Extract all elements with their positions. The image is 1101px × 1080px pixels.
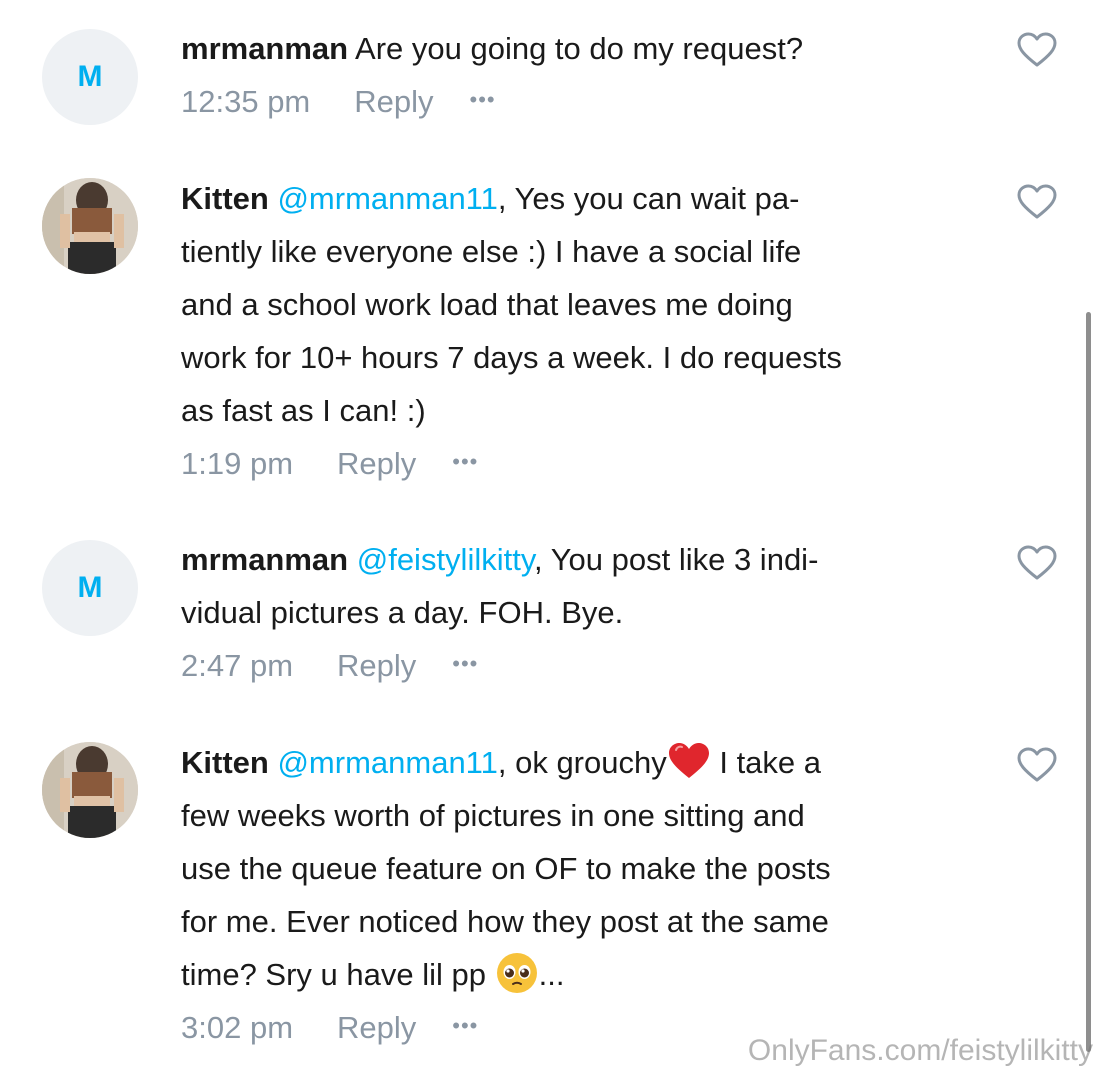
pleading-face-emoji-icon [496,953,537,993]
comment-time: 2:47 pm [181,648,294,683]
heart-icon[interactable] [1017,32,1057,68]
comment-body-line: and a school work load that leaves me do… [181,287,793,322]
avatar[interactable] [42,742,138,838]
avatar[interactable]: M [42,540,138,636]
watermark: OnlyFans.com/feistylilkitty [747,1034,1093,1067]
comment-body-line: time? Sry u have lil pp [181,957,495,992]
more-options-icon[interactable]: ••• [452,999,478,1052]
comment-meta: 2:47 pm Reply ••• [181,639,981,692]
comment-body-line: use the queue feature on OF to make the … [181,851,831,886]
more-options-icon[interactable]: ••• [470,73,496,126]
comment-body-line: for me. Ever noticed how they post at th… [181,904,829,939]
reply-button[interactable]: Reply [354,75,433,128]
comment-author[interactable]: mrmanman [181,542,348,577]
avatar-letter: M [77,60,103,93]
more-options-icon[interactable]: ••• [452,435,478,488]
heart-icon[interactable] [1017,747,1057,783]
comment-body-line: ... [538,957,565,992]
comment-time: 3:02 pm [181,1010,294,1045]
comment-text: Kitten @mrmanman11, ok grouchy I take a … [181,736,981,1001]
comment-body-line: vidual pictures a day. FOH. Bye. [181,595,624,630]
comment-text: mrmanman Are you going to do my request? [181,22,981,75]
reply-button[interactable]: Reply [337,639,416,692]
comment-body-line: tiently like everyone else :) I have a s… [181,234,802,269]
comment-text: mrmanman @feistylilkitty, You post like … [181,533,981,639]
avatar-photo-icon [42,742,138,838]
scrollbar[interactable] [1086,312,1091,1052]
comment-body-line: I take a [710,745,822,780]
avatar[interactable]: M [42,29,138,125]
comment-body-line: few weeks worth of pictures in one sitti… [181,798,805,833]
reply-button[interactable]: Reply [337,1001,416,1054]
comment-author[interactable]: mrmanman [181,31,348,66]
comment-author[interactable]: Kitten [181,181,269,216]
mention-link[interactable]: @feistylilkitty [357,542,534,577]
red-heart-emoji-icon [668,743,709,778]
heart-icon[interactable] [1017,545,1057,581]
comment-author[interactable]: Kitten [181,745,269,780]
comment-body-line: , Yes you can wait pa- [497,181,800,216]
avatar-letter: M [77,571,103,604]
avatar[interactable] [42,178,138,274]
reply-button[interactable]: Reply [337,437,416,490]
comment-text: Kitten @mrmanman11, Yes you can wait pa-… [181,172,981,437]
more-options-icon[interactable]: ••• [452,637,478,690]
heart-icon[interactable] [1017,184,1057,220]
mention-link[interactable]: @mrmanman11 [277,745,497,780]
comment-body-line: , You post like 3 indi- [534,542,819,577]
avatar-photo-icon [42,178,138,274]
comment-time: 1:19 pm [181,446,294,481]
comment-body-line: as fast as I can! :) [181,393,426,428]
comment-meta: 12:35 pm Reply ••• [181,75,981,128]
comment-body-line: work for 10+ hours 7 days a week. I do r… [181,340,842,375]
comment-body: Are you going to do my request? [355,31,804,66]
comment-body-line: , ok grouchy [497,745,667,780]
comment-time: 12:35 pm [181,84,311,119]
comment-meta: 1:19 pm Reply ••• [181,437,981,490]
mention-link[interactable]: @mrmanman11 [277,181,497,216]
